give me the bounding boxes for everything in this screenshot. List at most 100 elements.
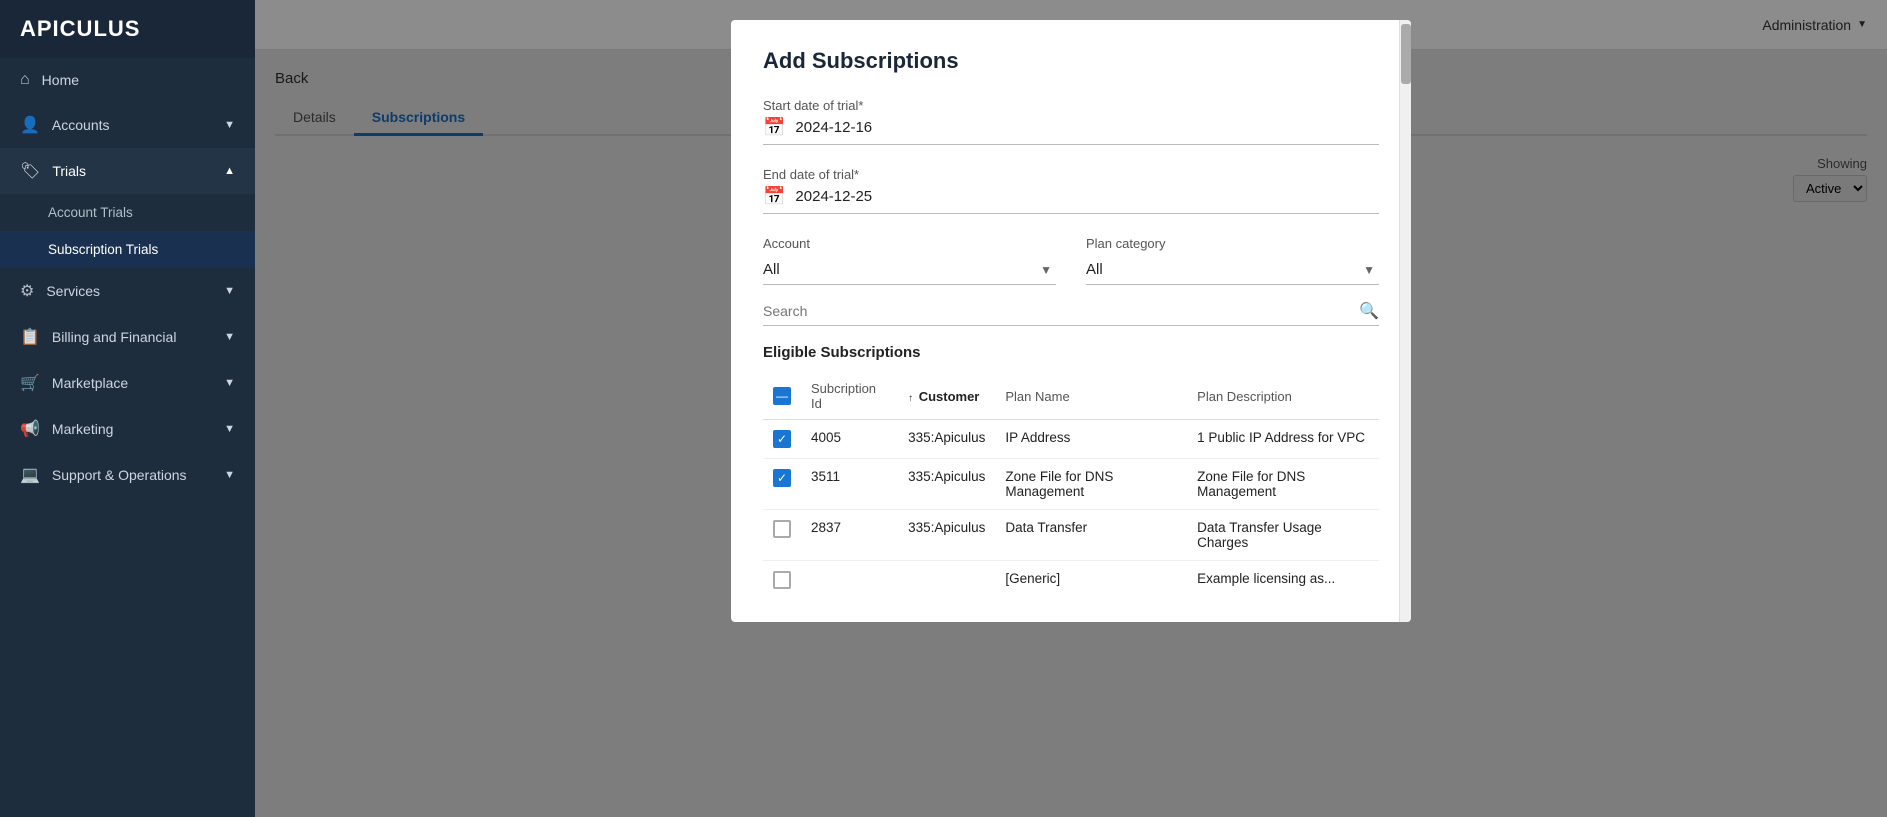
row-checkbox[interactable] (773, 469, 791, 487)
td-checkbox (763, 459, 801, 510)
sidebar-sub-label: Account Trials (48, 205, 133, 220)
td-plan-name: Data Transfer (995, 510, 1187, 561)
sidebar-item-label: Services (46, 283, 100, 299)
row-checkbox[interactable] (773, 571, 791, 589)
sidebar: APICULUS ⌂ Home 👤 Accounts ▼ 🏷 Trials ▲ … (0, 0, 255, 817)
sidebar-item-marketing[interactable]: 📢 Marketing ▼ (0, 406, 255, 452)
sidebar-item-marketplace[interactable]: 🛒 Marketplace ▼ (0, 360, 255, 406)
end-date-field: 📅 (763, 186, 1379, 214)
plan-category-select[interactable]: All (1086, 255, 1379, 285)
chevron-down-icon: ▼ (224, 285, 235, 297)
modal-overlay: Add Subscriptions Start date of trial* 📅… (255, 0, 1887, 817)
sidebar-item-label: Support & Operations (52, 467, 187, 483)
chevron-down-icon: ▼ (224, 119, 235, 131)
end-date-group: End date of trial* 📅 (763, 167, 1379, 214)
modal-title: Add Subscriptions (763, 48, 1379, 74)
subscriptions-table: Subcription Id ↑ Customer Plan Name Plan… (763, 373, 1379, 602)
sidebar-item-trials[interactable]: 🏷 Trials ▲ (0, 148, 255, 194)
add-subscriptions-modal: Add Subscriptions Start date of trial* 📅… (731, 20, 1411, 622)
modal-scrollbar[interactable] (1399, 20, 1411, 622)
sidebar-item-label: Accounts (52, 117, 110, 133)
search-icon: 🔍 (1359, 301, 1379, 321)
th-plan-description[interactable]: Plan Description (1187, 373, 1379, 420)
end-date-input[interactable] (795, 188, 1379, 205)
chevron-down-icon: ▼ (224, 423, 235, 435)
sidebar-item-home[interactable]: ⌂ Home (0, 58, 255, 102)
sidebar-item-accounts[interactable]: 👤 Accounts ▼ (0, 102, 255, 148)
td-customer: 335:Apiculus (898, 420, 995, 459)
chevron-down-icon: ▼ (224, 331, 235, 343)
support-icon: 💻 (20, 465, 40, 485)
logo: APICULUS (0, 0, 255, 58)
th-customer[interactable]: ↑ Customer (898, 373, 995, 420)
sort-asc-icon: ↑ (908, 393, 913, 404)
table-row: [Generic] Example licensing as... (763, 561, 1379, 603)
sidebar-sub-label: Subscription Trials (48, 242, 158, 257)
th-sub-id[interactable]: Subcription Id (801, 373, 898, 420)
select-all-checkbox[interactable] (773, 387, 791, 405)
td-plan-description: Zone File for DNS Management (1187, 459, 1379, 510)
search-input[interactable] (763, 303, 1359, 319)
account-col: Account All 335:Apiculus ▼ (763, 236, 1056, 285)
account-select[interactable]: All 335:Apiculus (763, 255, 1056, 285)
sidebar-item-services[interactable]: ⚙ Services ▼ (0, 268, 255, 314)
main-content: Administration ▼ Back Details Subscripti… (255, 0, 1887, 817)
modal-body: Add Subscriptions Start date of trial* 📅… (731, 20, 1411, 622)
accounts-icon: 👤 (20, 115, 40, 135)
start-date-label: Start date of trial* (763, 98, 1379, 113)
sidebar-item-account-trials[interactable]: Account Trials (0, 194, 255, 231)
td-plan-name: [Generic] (995, 561, 1187, 603)
table-header-row: Subcription Id ↑ Customer Plan Name Plan… (763, 373, 1379, 420)
home-icon: ⌂ (20, 71, 30, 89)
marketing-icon: 📢 (20, 419, 40, 439)
th-checkbox (763, 373, 801, 420)
start-date-group: Start date of trial* 📅 (763, 98, 1379, 145)
td-plan-description: 1 Public IP Address for VPC (1187, 420, 1379, 459)
billing-icon: 📋 (20, 327, 40, 347)
sidebar-item-label: Home (42, 72, 79, 88)
td-checkbox (763, 420, 801, 459)
start-date-field: 📅 (763, 117, 1379, 145)
sidebar-item-label: Billing and Financial (52, 329, 177, 345)
th-plan-name[interactable]: Plan Name (995, 373, 1187, 420)
account-label: Account (763, 236, 1056, 251)
td-customer: 335:Apiculus (898, 510, 995, 561)
sidebar-item-support[interactable]: 💻 Support & Operations ▼ (0, 452, 255, 498)
start-date-input[interactable] (795, 119, 1379, 136)
services-icon: ⚙ (20, 281, 34, 301)
sidebar-item-label: Trials (52, 163, 86, 179)
search-row: 🔍 (763, 301, 1379, 326)
scrollbar-thumb[interactable] (1401, 24, 1411, 84)
plan-category-select-wrapper: All ▼ (1086, 255, 1379, 285)
plan-category-label: Plan category (1086, 236, 1379, 251)
td-customer: 335:Apiculus (898, 459, 995, 510)
td-checkbox (763, 510, 801, 561)
calendar-icon: 📅 (763, 117, 785, 138)
td-sub-id: 3511 (801, 459, 898, 510)
td-sub-id: 4005 (801, 420, 898, 459)
end-date-label: End date of trial* (763, 167, 1379, 182)
sidebar-item-billing[interactable]: 📋 Billing and Financial ▼ (0, 314, 255, 360)
trials-icon: 🏷 (20, 161, 40, 181)
account-select-wrapper: All 335:Apiculus ▼ (763, 255, 1056, 285)
td-customer (898, 561, 995, 603)
eligible-label: Eligible Subscriptions (763, 344, 1379, 361)
sidebar-item-label: Marketing (52, 421, 113, 437)
row-checkbox[interactable] (773, 520, 791, 538)
sidebar-item-label: Marketplace (52, 375, 128, 391)
sidebar-item-subscription-trials[interactable]: Subscription Trials (0, 231, 255, 268)
td-plan-description: Data Transfer Usage Charges (1187, 510, 1379, 561)
td-checkbox (763, 561, 801, 603)
calendar-icon: 📅 (763, 186, 785, 207)
table-body: 4005 335:Apiculus IP Address 1 Public IP… (763, 420, 1379, 603)
table-row: 3511 335:Apiculus Zone File for DNS Mana… (763, 459, 1379, 510)
chevron-up-icon: ▲ (224, 165, 235, 177)
td-plan-name: Zone File for DNS Management (995, 459, 1187, 510)
td-sub-id: 2837 (801, 510, 898, 561)
table-row: 2837 335:Apiculus Data Transfer Data Tra… (763, 510, 1379, 561)
chevron-down-icon: ▼ (224, 469, 235, 481)
table-row: 4005 335:Apiculus IP Address 1 Public IP… (763, 420, 1379, 459)
row-checkbox[interactable] (773, 430, 791, 448)
filter-row: Account All 335:Apiculus ▼ Plan category (763, 236, 1379, 285)
marketplace-icon: 🛒 (20, 373, 40, 393)
